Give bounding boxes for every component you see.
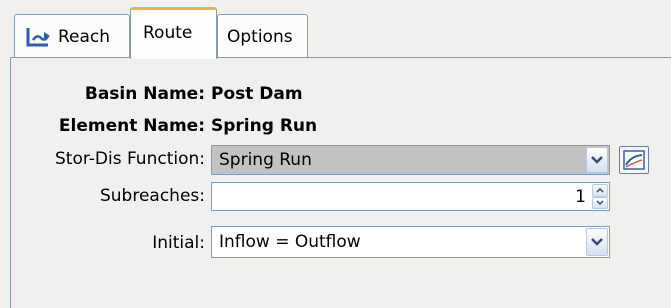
basin-name-label: Basin Name: — [84, 84, 205, 104]
tab-options[interactable]: Options — [217, 14, 308, 58]
spin-up-button[interactable] — [592, 184, 608, 197]
initial-label: Initial: — [152, 233, 205, 253]
tab-options-label: Options — [227, 26, 293, 47]
tab-reach[interactable]: Reach — [14, 14, 130, 58]
chevron-down-icon — [591, 156, 603, 164]
element-name-value: Spring Run — [211, 116, 318, 136]
stor-dis-dropdown-button[interactable] — [586, 147, 608, 173]
initial-dropdown-button[interactable] — [586, 228, 608, 256]
subreaches-spinner[interactable]: 1 — [211, 182, 610, 211]
element-name-label: Element Name: — [58, 116, 205, 136]
initial-dropdown[interactable]: Inflow = Outflow — [211, 226, 610, 258]
stor-dis-value: Spring Run — [219, 150, 312, 170]
stor-dis-dropdown[interactable]: Spring Run — [211, 145, 610, 175]
spin-down-button[interactable] — [592, 196, 608, 209]
open-function-graph-button[interactable] — [619, 146, 649, 174]
initial-value: Inflow = Outflow — [219, 232, 361, 252]
chevron-up-icon — [596, 187, 604, 193]
graph-icon — [623, 150, 645, 170]
subreaches-spin-buttons — [592, 184, 608, 209]
subreaches-value: 1 — [575, 186, 586, 207]
tab-route[interactable]: Route — [130, 7, 217, 59]
chevron-down-icon — [596, 200, 604, 206]
stor-dis-label: Stor-Dis Function: — [54, 149, 205, 169]
tab-reach-label: Reach — [58, 26, 111, 47]
subreaches-label: Subreaches: — [99, 186, 205, 206]
tab-strip: Reach Route Options — [0, 0, 671, 59]
chevron-down-icon — [591, 238, 603, 246]
reach-icon — [24, 25, 52, 49]
basin-name-value: Post Dam — [211, 84, 303, 104]
tab-route-label: Route — [143, 22, 193, 43]
